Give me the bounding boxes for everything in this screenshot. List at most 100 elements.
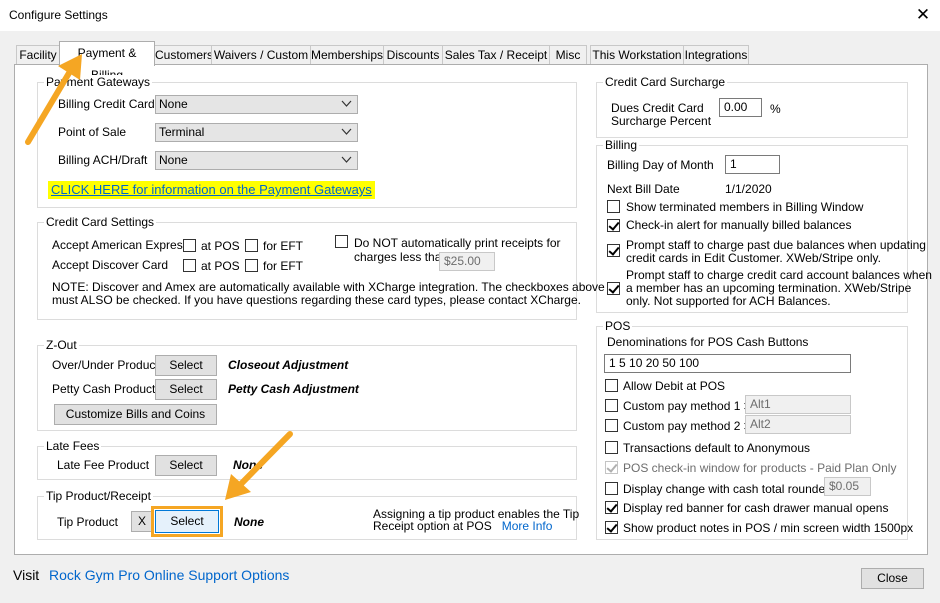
tip-info-line2: Receipt option at POS More Info [373,519,553,533]
checkin-alert-label: Check-in alert for manually billed balan… [626,218,852,232]
display-change-label: Display change with cash total rounded t… [623,482,846,496]
amex-pos-checkbox[interactable] [183,239,196,252]
tip-more-info-link[interactable]: More Info [502,519,553,533]
custom-pay-2-field[interactable]: Alt2 [745,415,851,434]
billing-credit-card-select[interactable]: None [155,95,358,114]
surcharge-unit: % [770,102,781,116]
tab-integrations[interactable]: Integrations [683,45,749,64]
transactions-anon-label: Transactions default to Anonymous [623,441,810,455]
no-print-receipts-label: Do NOT automatically print receipts for [354,236,561,250]
annotation-arrow-icon [25,54,82,145]
red-banner-checkbox[interactable] [605,501,618,514]
surcharge-label-line1: Dues Credit Card [611,101,704,115]
custom-pay-2-checkbox[interactable] [605,419,618,432]
late-fee-select-button[interactable]: Select [155,455,217,476]
discover-pos-checkbox[interactable] [183,259,196,272]
petty-cash-select-button[interactable]: Select [155,379,217,400]
cc-note-line1: NOTE: Discover and Amex are automaticall… [52,280,605,294]
custom-pay-1-checkbox[interactable] [605,399,618,412]
tab-discounts[interactable]: Discounts [383,45,443,64]
surcharge-percent-field[interactable]: 0.00 [719,98,762,117]
close-button[interactable]: Close [861,568,924,589]
billing-day-field[interactable]: 1 [725,155,780,174]
pos-checkin-window-label: POS check-in window for products - Paid … [623,461,897,475]
visit-label: Visit [13,567,40,583]
support-link[interactable]: Rock Gym Pro Online Support Options [49,567,289,583]
display-change-field[interactable]: $0.05 [824,477,871,496]
red-banner-label: Display red banner for cash drawer manua… [623,501,889,515]
tab-sales-tax-receipt[interactable]: Sales Tax / Receipt [442,45,550,64]
show-terminated-checkbox[interactable] [607,200,620,213]
prompt-cc-line3: only. Not supported for ACH Balances. [626,294,831,308]
tab-this-workstation[interactable]: This Workstation [590,45,684,64]
tip-product-label: Tip Product [57,515,118,529]
chevron-down-icon [341,128,352,135]
chevron-down-icon [341,156,352,163]
show-terminated-label: Show terminated members in Billing Windo… [626,200,864,214]
credit-card-settings-title: Credit Card Settings [44,215,157,229]
tip-title: Tip Product/Receipt [44,489,153,503]
billing-title: Billing [603,138,640,152]
transactions-anon-checkbox[interactable] [605,441,618,454]
amex-eft-checkbox[interactable] [245,239,258,252]
prompt-past-due-line2: credit cards in Edit Customer. XWeb/Stri… [626,251,881,265]
surcharge-label-line2: Surcharge Percent [611,114,712,128]
display-change-checkbox[interactable] [605,482,618,495]
product-notes-checkbox[interactable] [605,521,618,534]
no-print-receipts-label-2: charges less than [354,250,449,264]
prompt-cc-line2: a member has an upcoming termination. XW… [626,281,912,295]
discover-eft-checkbox[interactable] [245,259,258,272]
late-fees-title: Late Fees [44,439,102,453]
prompt-past-due-checkbox[interactable] [607,244,620,257]
over-under-select-button[interactable]: Select [155,355,217,376]
window-close-icon[interactable]: ✕ [912,4,934,26]
next-bill-value: 1/1/2020 [725,182,772,196]
product-notes-label: Show product notes in POS / min screen w… [623,521,914,535]
tab-customers[interactable]: Customers [154,45,213,64]
zout-title: Z-Out [44,338,79,352]
surcharge-title: Credit Card Surcharge [603,75,728,89]
tip-clear-button[interactable]: X [131,511,153,532]
annotation-arrow-icon [225,431,293,500]
over-under-value: Closeout Adjustment [228,358,349,372]
title-bar [0,0,940,31]
amex-eft-label: for EFT [263,239,304,253]
allow-debit-checkbox[interactable] [605,379,618,392]
denominations-field[interactable]: 1 5 10 20 50 100 [604,354,851,373]
point-of-sale-select[interactable]: Terminal [155,123,358,142]
no-print-amount-field[interactable]: $25.00 [439,252,495,271]
amex-pos-label: at POS [201,239,240,253]
tip-product-value: None [234,515,264,529]
denominations-label: Denominations for POS Cash Buttons [607,335,809,349]
payment-gateways-info-link[interactable]: CLICK HERE for information on the Paymen… [48,181,375,199]
discover-pos-label: at POS [201,259,240,273]
customize-bills-button[interactable]: Customize Bills and Coins [54,404,217,425]
petty-cash-label: Petty Cash Product [52,382,156,396]
custom-pay-2-label: Custom pay method 2 > [623,419,751,433]
discover-eft-label: for EFT [263,259,304,273]
next-bill-label: Next Bill Date [607,182,680,196]
allow-debit-label: Allow Debit at POS [623,379,726,393]
prompt-past-due-line1: Prompt staff to charge past due balances… [626,238,926,252]
custom-pay-1-label: Custom pay method 1 > [623,399,751,413]
chevron-down-icon [341,100,352,107]
billing-ach-label: Billing ACH/Draft [58,153,148,167]
tip-select-button[interactable]: Select [151,506,223,537]
prompt-cc-line1: Prompt staff to charge credit card accou… [626,268,932,282]
cc-note-line2: must ALSO be checked. If you have questi… [52,293,581,307]
no-print-receipts-checkbox[interactable] [335,235,348,248]
late-fee-label: Late Fee Product [57,458,150,472]
tab-memberships[interactable]: Memberships [310,45,384,64]
over-under-label: Over/Under Product [52,358,159,372]
pos-checkin-window-checkbox[interactable] [605,461,618,474]
tab-misc[interactable]: Misc [549,45,587,64]
tab-waivers-custom[interactable]: Waivers / Custom [211,45,311,64]
custom-pay-1-field[interactable]: Alt1 [745,395,851,414]
pos-title: POS [603,319,633,333]
checkin-alert-checkbox[interactable] [607,219,620,232]
discover-label: Accept Discover Card [52,258,169,272]
billing-ach-select[interactable]: None [155,151,358,170]
petty-cash-value: Petty Cash Adjustment [228,382,359,396]
prompt-cc-checkbox[interactable] [607,282,620,295]
amex-label: Accept American Express [52,238,189,252]
